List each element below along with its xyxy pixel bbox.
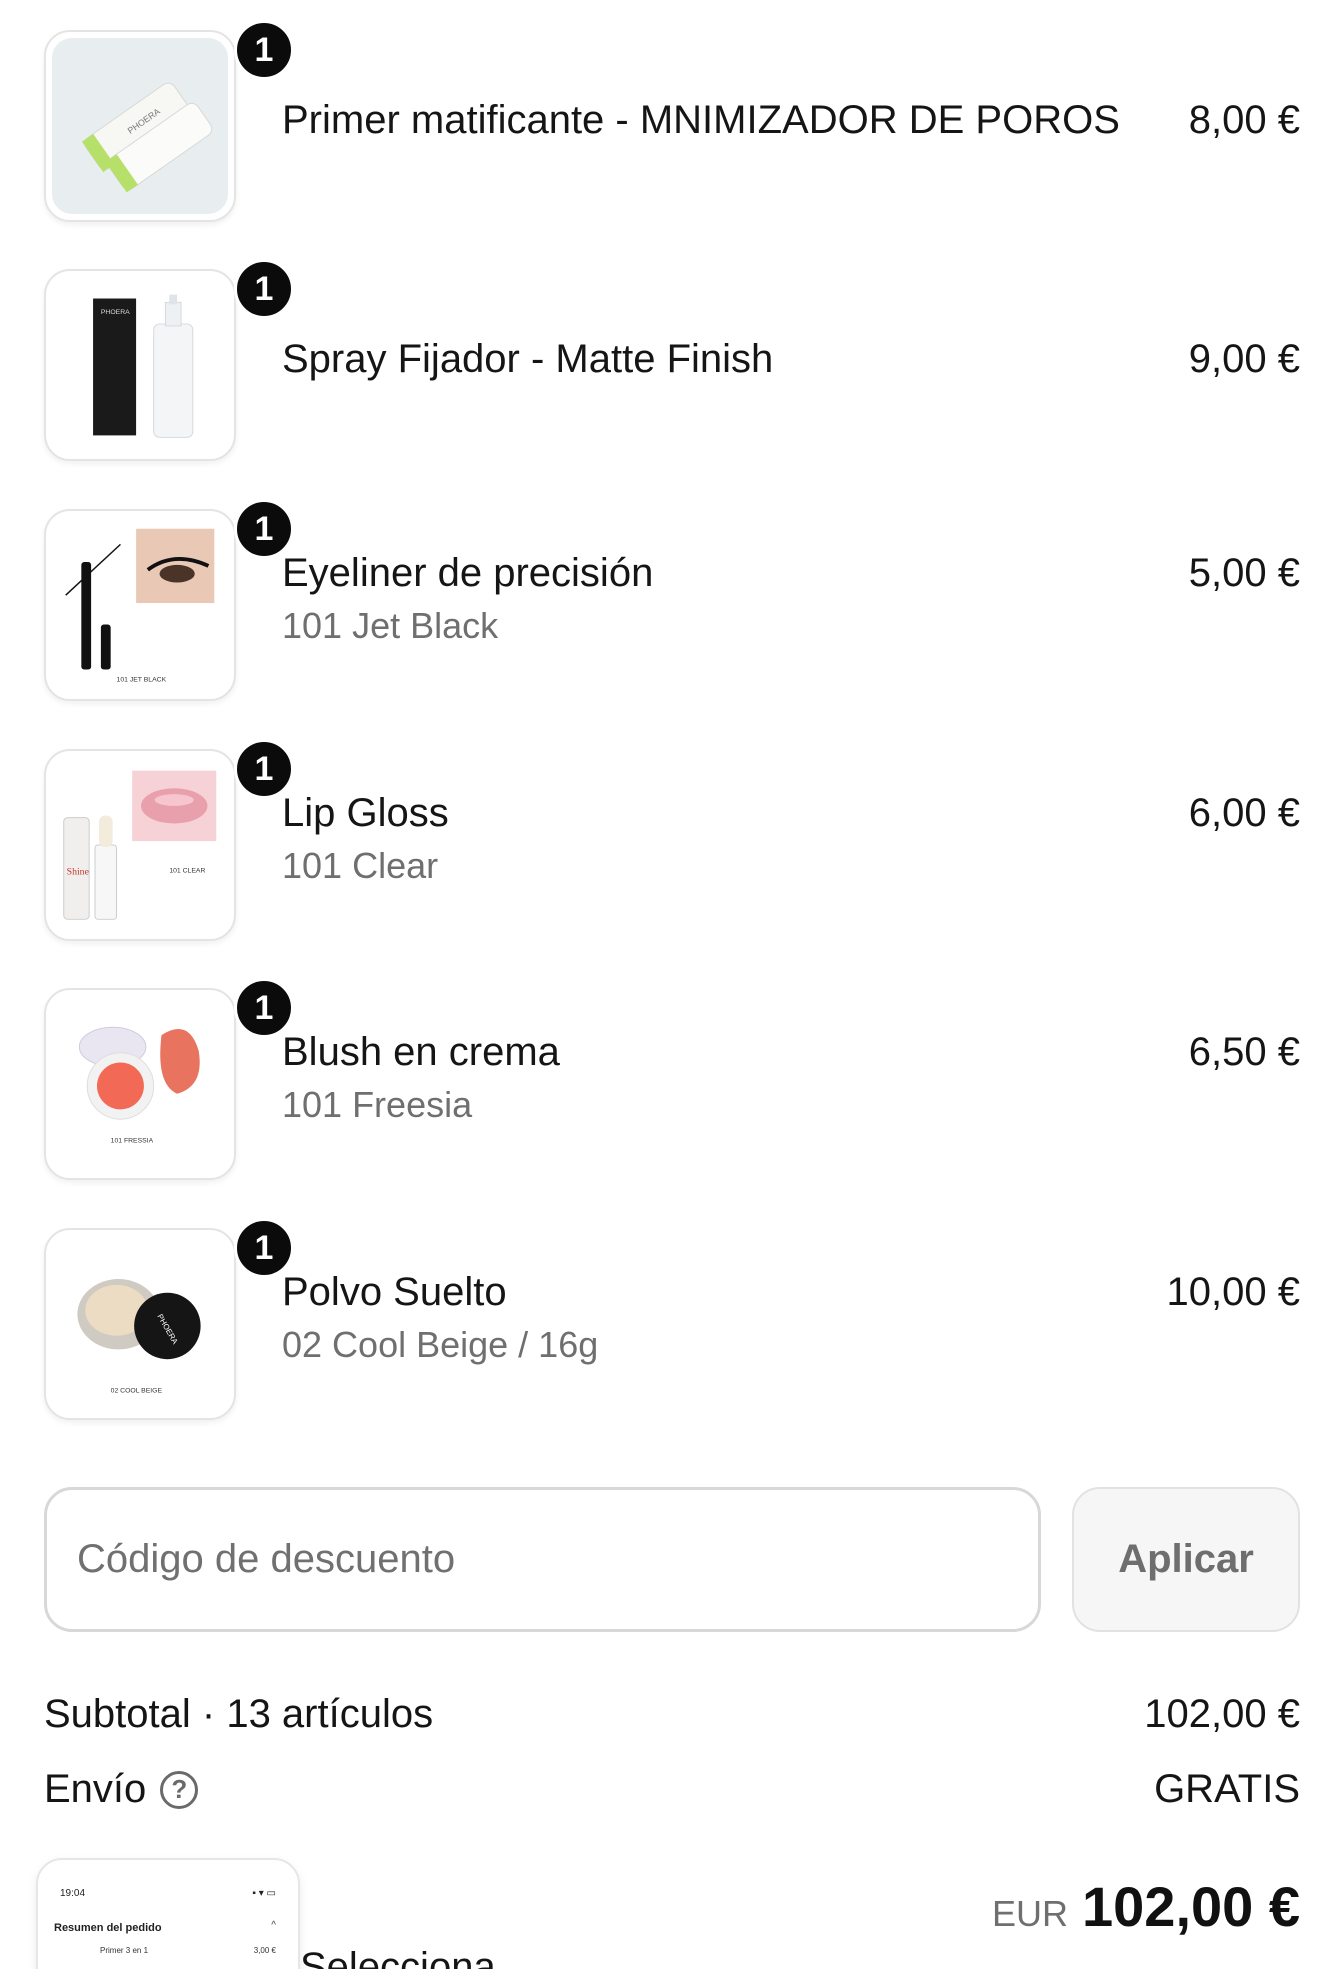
product-image: PHOERA 1 (44, 20, 294, 222)
subtotal-row: Subtotal · 13 artículos 102,00 € (44, 1692, 1300, 1752)
shipping-row: Envío ? GRATIS (44, 1767, 1300, 1827)
shipping-value: GRATIS (1154, 1767, 1300, 1811)
svg-text:Shine: Shine (67, 866, 89, 877)
image-caption: 101 CLEAR (169, 867, 205, 874)
line-item: 101 JET BLACK 1 Eyeliner de precisión 10… (0, 499, 1344, 709)
total-value: 102,00 € (1082, 1875, 1300, 1938)
loose-powder-image: PHOERA 02 COOL BEIGE (52, 1236, 228, 1412)
item-title: Eyeliner de precisión (282, 551, 654, 595)
item-price: 9,00 € (1188, 337, 1300, 381)
product-image: 101 FRESSIA 1 (44, 978, 294, 1180)
lip-gloss-image: Shine 101 CLEAR (52, 757, 228, 933)
mini-chevron-up-icon: ^ (271, 1920, 276, 1931)
setting-spray-image: PHOERA (52, 277, 228, 453)
eyeliner-image: 101 JET BLACK (52, 517, 228, 693)
subtotal-value: 102,00 € (1144, 1692, 1300, 1736)
item-price: 5,00 € (1188, 551, 1300, 595)
item-title: Blush en crema (282, 1030, 560, 1074)
shipping-label-group: Envío ? (44, 1767, 199, 1812)
item-variant: 101 Jet Black (282, 605, 499, 646)
line-item: 101 FRESSIA 1 Blush en crema 101 Freesia… (0, 978, 1344, 1188)
product-image: PHOERA 1 (44, 259, 294, 461)
shipping-label: Envío (44, 1767, 147, 1811)
line-item: PHOERA 1 Primer matificante - MNIMIZADOR… (0, 20, 1344, 230)
image-caption: 101 FRESSIA (111, 1138, 154, 1145)
image-caption: 02 COOL BEIGE (111, 1387, 163, 1394)
quantity-badge: 1 (234, 1218, 294, 1278)
mini-status-icons: ▪ ▾ ▭ (252, 1888, 276, 1899)
cut-off-text: Selecciona ... (300, 1945, 541, 1969)
item-variant: 101 Freesia (282, 1084, 473, 1125)
mini-item-text: Primer 3 en 1 (100, 1946, 149, 1955)
mini-order-summary-title: Resumen del pedido (54, 1922, 162, 1934)
item-variant: 101 Clear (282, 845, 439, 886)
item-variant: 02 Cool Beige / 16g (282, 1324, 599, 1365)
mini-item-price: 3,00 € (253, 1946, 276, 1955)
item-price: 8,00 € (1188, 98, 1300, 142)
quantity-badge: 1 (234, 20, 294, 80)
product-image: Shine 101 CLEAR 1 (44, 739, 294, 941)
quantity-badge: 1 (234, 978, 294, 1038)
quantity-badge: 1 (234, 739, 294, 799)
item-price: 10,00 € (1166, 1270, 1300, 1314)
item-title: Lip Gloss (282, 791, 449, 835)
question-help-icon[interactable]: ? (160, 1770, 199, 1809)
mini-status-time: 19:04 (60, 1888, 86, 1899)
image-caption: 101 JET BLACK (117, 676, 167, 683)
product-image: 101 JET BLACK 1 (44, 499, 294, 701)
subtotal-label: Subtotal · 13 artículos (44, 1692, 434, 1736)
item-price: 6,00 € (1188, 791, 1300, 835)
line-item: PHOERA 02 COOL BEIGE 1 Polvo Suelto 02 C… (0, 1218, 1344, 1428)
svg-text:PHOERA: PHOERA (101, 309, 130, 316)
discount-code-input[interactable] (44, 1487, 1041, 1632)
line-item: PHOERA 1 Spray Fijador - Matte Finish 9,… (0, 259, 1344, 469)
cream-blush-image: 101 FRESSIA (52, 996, 228, 1172)
primer-tubes-image: PHOERA (52, 38, 228, 214)
item-title: Primer matificante - MNIMIZADOR DE POROS (282, 98, 1120, 142)
item-price: 6,50 € (1188, 1030, 1300, 1074)
screenshot-thumbnail[interactable]: 19:04 ▪ ▾ ▭ Resumen del pedido ^ Primer … (36, 1858, 300, 1969)
quantity-badge: 1 (234, 499, 294, 559)
item-title: Polvo Suelto (282, 1270, 507, 1314)
total-currency: EUR (991, 1893, 1068, 1934)
apply-discount-button[interactable]: Aplicar (1072, 1487, 1300, 1632)
product-image: PHOERA 02 COOL BEIGE 1 (44, 1218, 294, 1420)
item-title: Spray Fijador - Matte Finish (282, 337, 774, 381)
line-item: Shine 101 CLEAR 1 Lip Gloss 101 Clear 6,… (0, 739, 1344, 949)
quantity-badge: 1 (234, 259, 294, 319)
